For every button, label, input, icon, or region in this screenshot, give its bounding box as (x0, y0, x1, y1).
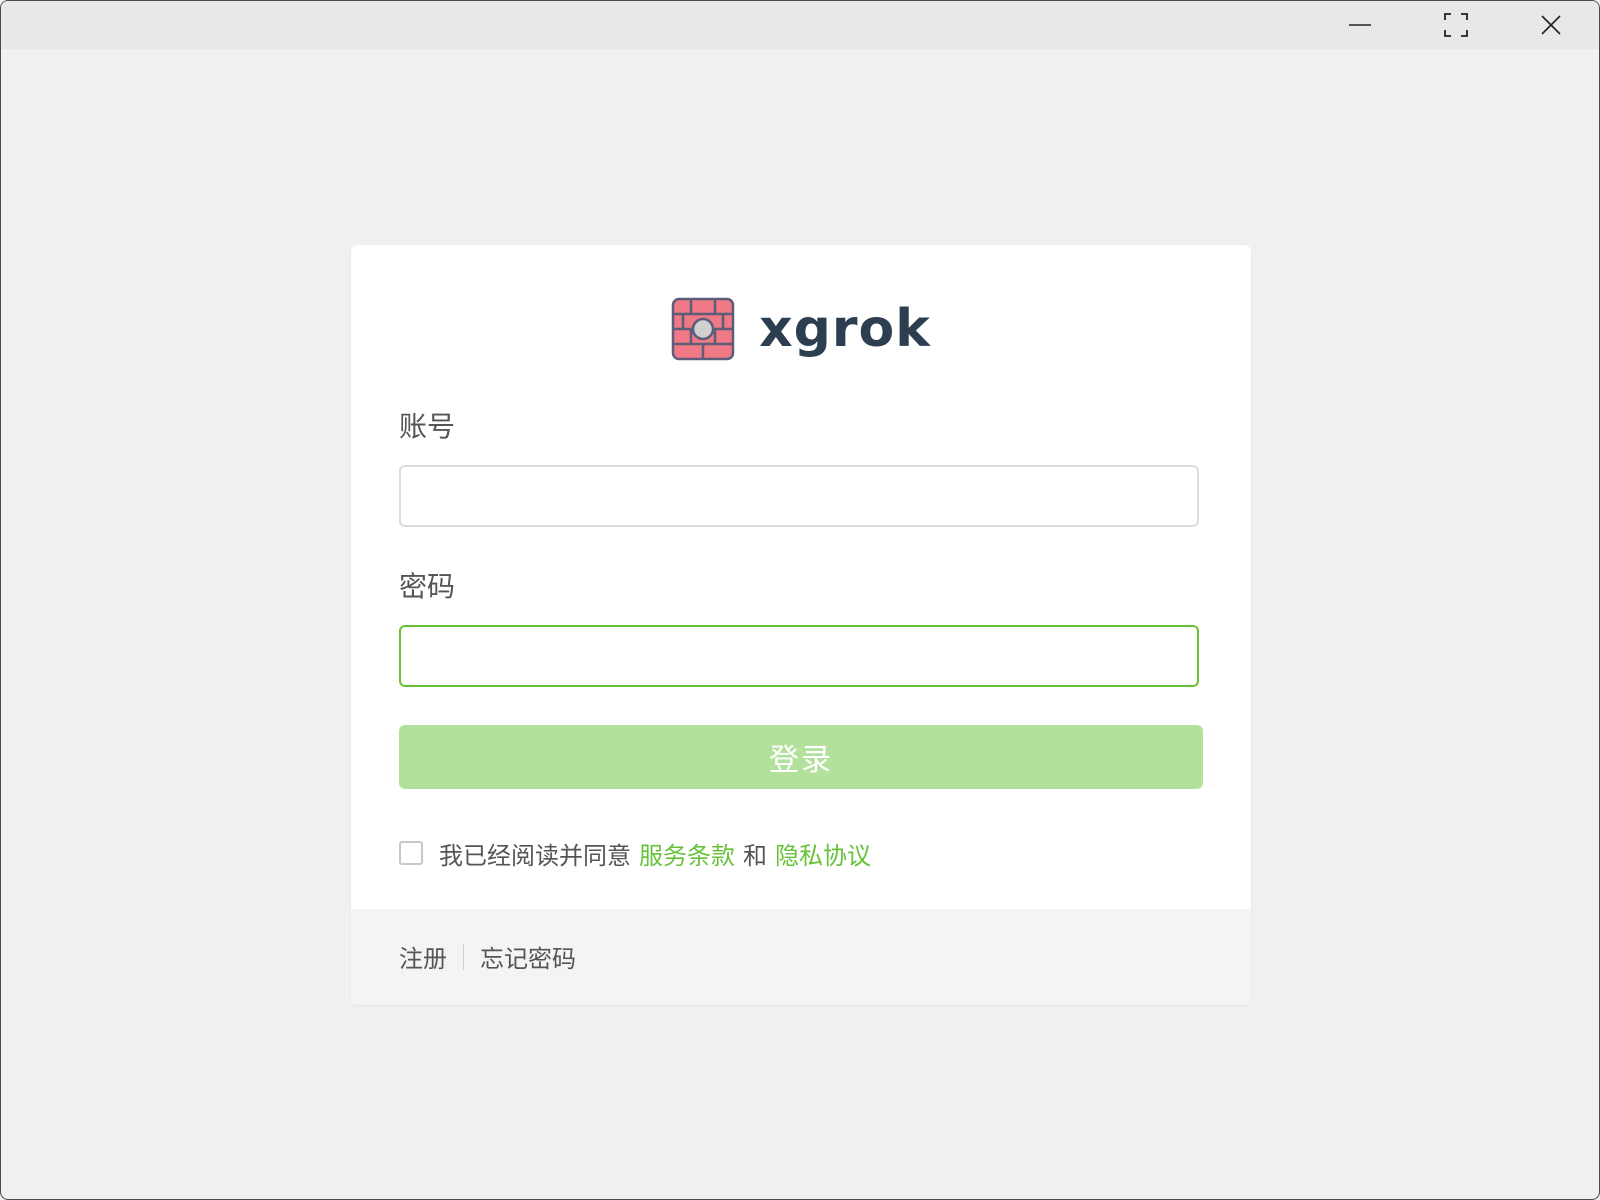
footer-links: 注册 忘记密码 (399, 939, 576, 974)
minimize-icon (1349, 24, 1371, 26)
app-window: xgrok 账号 密码 登录 我已经阅读并同意 服务条款 和 隐私协议 注册 忘… (0, 0, 1600, 1200)
minimize-button[interactable] (1314, 1, 1406, 49)
account-input[interactable] (399, 465, 1199, 527)
account-label: 账号 (399, 410, 456, 443)
firewall-brick-icon (671, 297, 735, 361)
agree-checkbox[interactable] (399, 841, 423, 865)
close-icon (1541, 15, 1561, 35)
close-button[interactable] (1505, 1, 1597, 49)
app-name: xgrok (759, 299, 931, 359)
password-label: 密码 (399, 570, 456, 603)
login-button[interactable]: 登录 (399, 725, 1203, 789)
register-link[interactable]: 注册 (399, 939, 447, 974)
privacy-link[interactable]: 隐私协议 (775, 836, 871, 871)
card-footer: 注册 忘记密码 (351, 909, 1251, 1005)
title-bar[interactable] (1, 1, 1599, 49)
terms-link[interactable]: 服务条款 (639, 836, 735, 871)
login-card: xgrok 账号 密码 登录 我已经阅读并同意 服务条款 和 隐私协议 注册 忘… (351, 245, 1251, 1005)
agree-prefix: 我已经阅读并同意 (439, 841, 631, 870)
footer-divider (463, 943, 464, 970)
brand-header: xgrok (351, 297, 1251, 361)
password-input[interactable] (399, 625, 1199, 687)
agreement-row: 我已经阅读并同意 服务条款 和 隐私协议 (399, 835, 871, 871)
maximize-button[interactable] (1410, 1, 1502, 49)
maximize-icon (1444, 13, 1468, 37)
forgot-password-link[interactable]: 忘记密码 (480, 939, 576, 974)
agree-conjunction: 和 (743, 841, 767, 870)
